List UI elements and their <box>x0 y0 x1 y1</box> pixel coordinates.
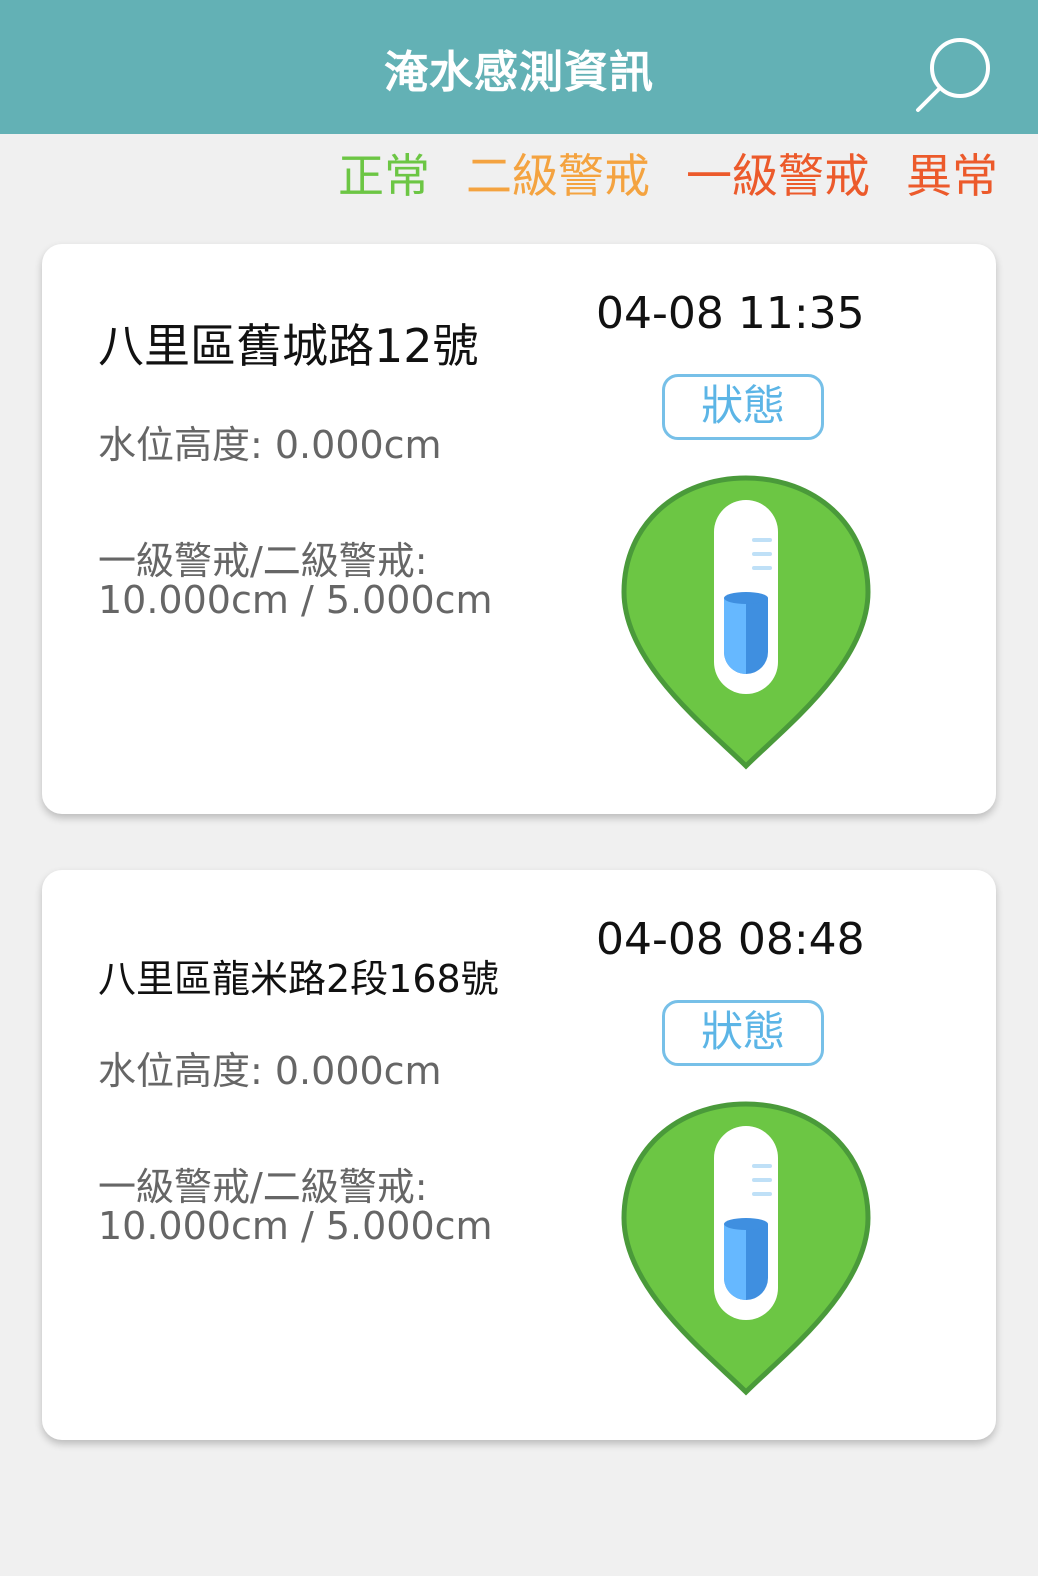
page-title: 淹水感測資訊 <box>384 47 654 98</box>
sensor-timestamp: 04-08 08:48 <box>596 914 865 965</box>
green-thermometer-pin-icon[interactable] <box>620 474 872 770</box>
water-level-text: 水位高度: 0.000cm <box>98 423 442 467</box>
sensor-address: 八里區舊城路12號 <box>98 319 479 373</box>
warning-threshold-values: 10.000cm / 5.000cm <box>98 578 493 622</box>
legend-level1-warning: 一級警戒 <box>686 149 870 203</box>
search-button[interactable] <box>912 34 996 114</box>
status-button[interactable]: 狀態 <box>662 1000 824 1066</box>
app-header: 淹水感測資訊 <box>0 0 1038 134</box>
warning-threshold-label: 一級警戒/二級警戒: <box>98 1165 428 1209</box>
green-thermometer-pin-icon[interactable] <box>620 1100 872 1396</box>
legend-abnormal: 異常 <box>906 149 998 203</box>
sensor-card[interactable]: 八里區舊城路12號 水位高度: 0.000cm 一級警戒/二級警戒: 10.00… <box>42 244 996 814</box>
water-level-text: 水位高度: 0.000cm <box>98 1049 442 1093</box>
sensor-card[interactable]: 八里區龍米路2段168號 水位高度: 0.000cm 一級警戒/二級警戒: 10… <box>42 870 996 1440</box>
legend-level2-warning: 二級警戒 <box>466 149 650 203</box>
search-icon <box>916 38 990 112</box>
status-legend: 正常 二級警戒 一級警戒 異常 <box>302 144 998 208</box>
status-button[interactable]: 狀態 <box>662 374 824 440</box>
sensor-timestamp: 04-08 11:35 <box>596 288 865 339</box>
warning-threshold-label: 一級警戒/二級警戒: <box>98 539 428 583</box>
legend-normal: 正常 <box>338 149 430 203</box>
sensor-address: 八里區龍米路2段168號 <box>98 957 499 1001</box>
warning-threshold-values: 10.000cm / 5.000cm <box>98 1204 493 1248</box>
